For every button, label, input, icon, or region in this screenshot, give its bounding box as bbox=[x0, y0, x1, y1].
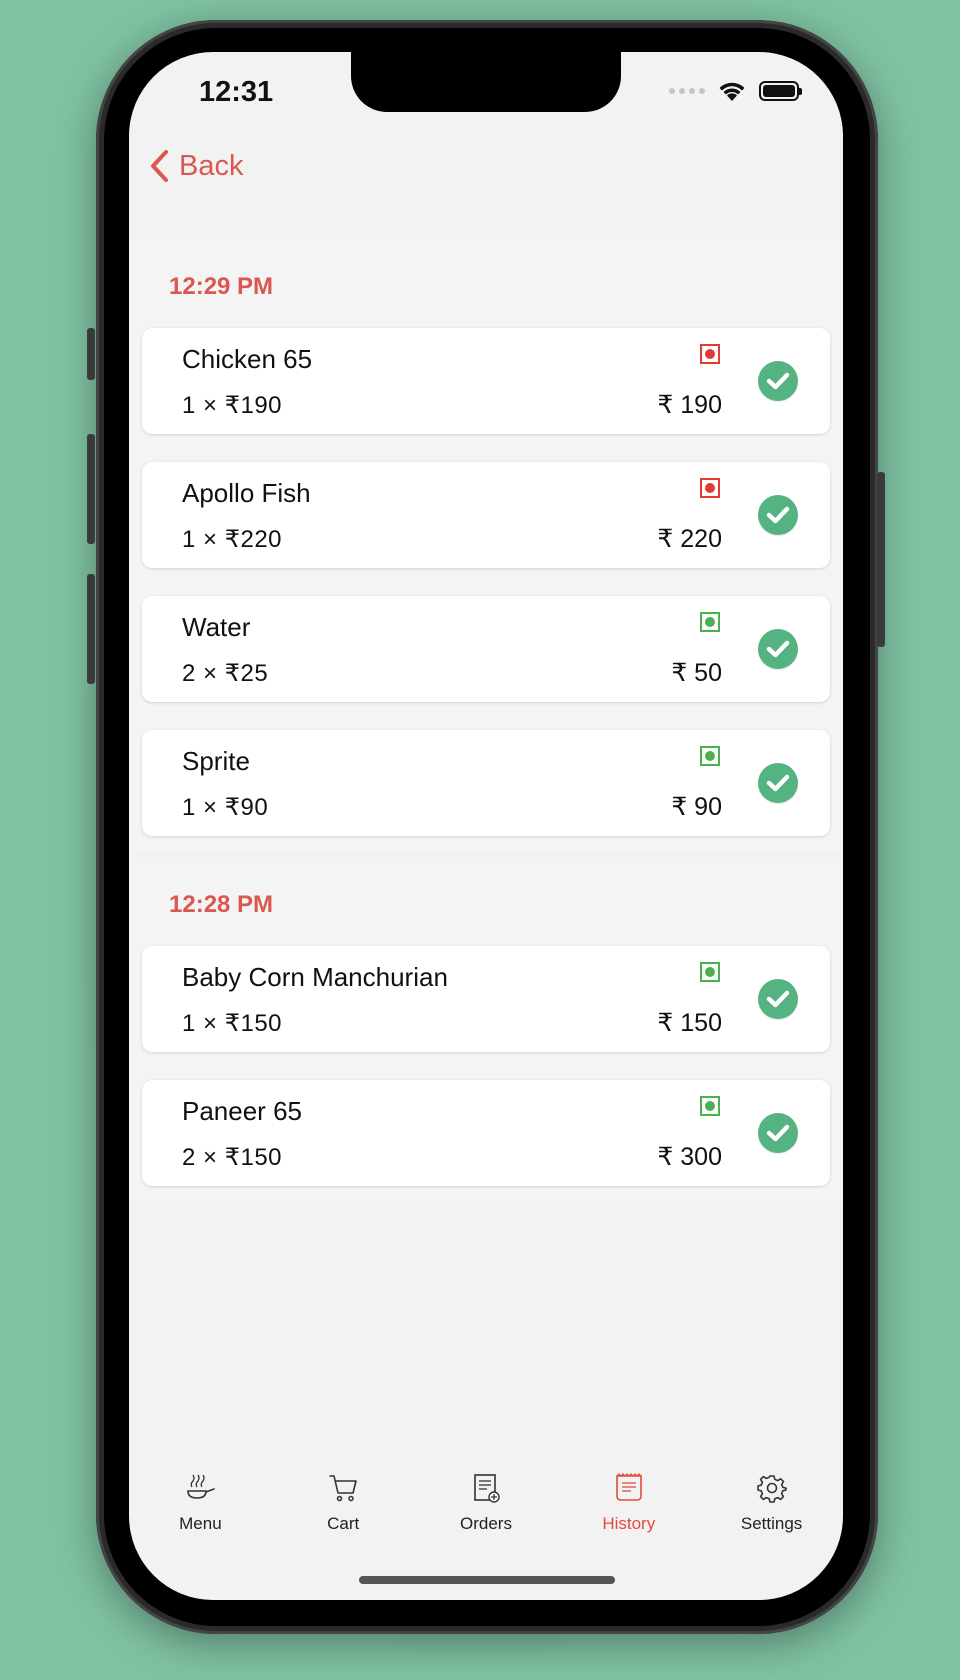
cart-icon bbox=[327, 1470, 359, 1506]
checkmark-icon[interactable] bbox=[758, 495, 798, 535]
tab-label: History bbox=[602, 1514, 656, 1533]
status-icons bbox=[669, 80, 802, 102]
signal-dots-icon bbox=[669, 88, 705, 94]
volume-down-button bbox=[87, 574, 95, 684]
volume-up-button bbox=[87, 434, 95, 544]
item-name: Apollo Fish bbox=[182, 478, 311, 508]
checkmark-icon[interactable] bbox=[758, 629, 798, 669]
order-item-card[interactable]: Sprite 1 × ₹90 ₹ 90 bbox=[142, 730, 830, 836]
chevron-left-icon bbox=[151, 150, 168, 182]
item-total: ₹ 220 bbox=[657, 525, 722, 553]
item-total: ₹ 150 bbox=[657, 1009, 722, 1037]
status-time: 12:31 bbox=[199, 76, 274, 108]
back-label: Back bbox=[179, 149, 244, 182]
order-item-card[interactable]: Water 2 × ₹25 ₹ 50 bbox=[142, 596, 830, 702]
checkmark-icon[interactable] bbox=[758, 1113, 798, 1153]
notch bbox=[351, 52, 621, 112]
orders-icon bbox=[471, 1470, 501, 1506]
item-name: Chicken 65 bbox=[182, 344, 313, 374]
item-quantity: 1 × ₹90 bbox=[182, 794, 269, 821]
veg-indicator-icon bbox=[700, 962, 720, 982]
item-name: Sprite bbox=[182, 746, 250, 776]
item-quantity: 2 × ₹150 bbox=[182, 1144, 283, 1171]
back-button[interactable]: Back bbox=[149, 149, 243, 183]
tab-label: Cart bbox=[327, 1514, 360, 1533]
item-quantity: 1 × ₹150 bbox=[182, 1010, 283, 1037]
order-item-card[interactable]: Apollo Fish 1 × ₹220 ₹ 220 bbox=[142, 462, 830, 568]
order-item-card[interactable]: Baby Corn Manchurian 1 × ₹150 ₹ 150 bbox=[142, 946, 830, 1052]
tab-label: Settings bbox=[740, 1514, 803, 1533]
checkmark-icon[interactable] bbox=[758, 979, 798, 1019]
cooking-pan-icon bbox=[183, 1470, 217, 1506]
item-total: ₹ 50 bbox=[671, 659, 722, 687]
item-quantity: 1 × ₹190 bbox=[182, 392, 283, 419]
tab-label: Orders bbox=[460, 1514, 512, 1533]
tab-menu[interactable]: Menu bbox=[129, 1470, 272, 1560]
item-total: ₹ 300 bbox=[657, 1143, 722, 1171]
item-quantity: 2 × ₹25 bbox=[182, 660, 269, 687]
power-button bbox=[877, 472, 885, 647]
non-veg-indicator-icon bbox=[700, 344, 720, 364]
wifi-icon bbox=[719, 82, 745, 101]
non-veg-indicator-icon bbox=[700, 478, 720, 498]
veg-indicator-icon bbox=[700, 746, 720, 766]
tab-orders[interactable]: Orders bbox=[415, 1470, 558, 1560]
order-item-card[interactable]: Chicken 65 1 × ₹190 ₹ 190 bbox=[142, 328, 830, 434]
tab-settings[interactable]: Settings bbox=[700, 1470, 843, 1560]
gear-icon bbox=[756, 1470, 787, 1506]
tab-label: Menu bbox=[179, 1514, 222, 1533]
order-section: 12:29 PM Chicken 65 1 × ₹190 ₹ 190 Apoll… bbox=[129, 240, 843, 852]
tab-bar: Menu Cart Orders History Settings bbox=[129, 1470, 843, 1560]
veg-indicator-icon bbox=[700, 612, 720, 632]
tab-history[interactable]: History bbox=[557, 1470, 700, 1560]
order-item-card[interactable]: Paneer 65 2 × ₹150 ₹ 300 bbox=[142, 1080, 830, 1186]
item-name: Baby Corn Manchurian bbox=[182, 962, 448, 992]
tab-cart[interactable]: Cart bbox=[272, 1470, 415, 1560]
battery-icon bbox=[759, 81, 802, 101]
receipt-icon bbox=[613, 1470, 645, 1506]
checkmark-icon[interactable] bbox=[758, 763, 798, 803]
app-screen: 12:31 Back 12:29 PM Chicken 65 1 × ₹190 … bbox=[129, 52, 843, 1600]
home-indicator[interactable] bbox=[359, 1576, 615, 1584]
item-total: ₹ 90 bbox=[671, 793, 722, 821]
mute-switch bbox=[87, 328, 95, 380]
checkmark-icon[interactable] bbox=[758, 361, 798, 401]
veg-indicator-icon bbox=[700, 1096, 720, 1116]
section-time: 12:29 PM bbox=[169, 273, 274, 300]
item-name: Water bbox=[182, 612, 251, 642]
item-quantity: 1 × ₹220 bbox=[182, 526, 283, 553]
order-section: 12:28 PM Baby Corn Manchurian 1 × ₹150 ₹… bbox=[129, 858, 843, 1202]
section-time: 12:28 PM bbox=[169, 891, 274, 918]
item-total: ₹ 190 bbox=[657, 391, 722, 419]
item-name: Paneer 65 bbox=[182, 1096, 302, 1126]
